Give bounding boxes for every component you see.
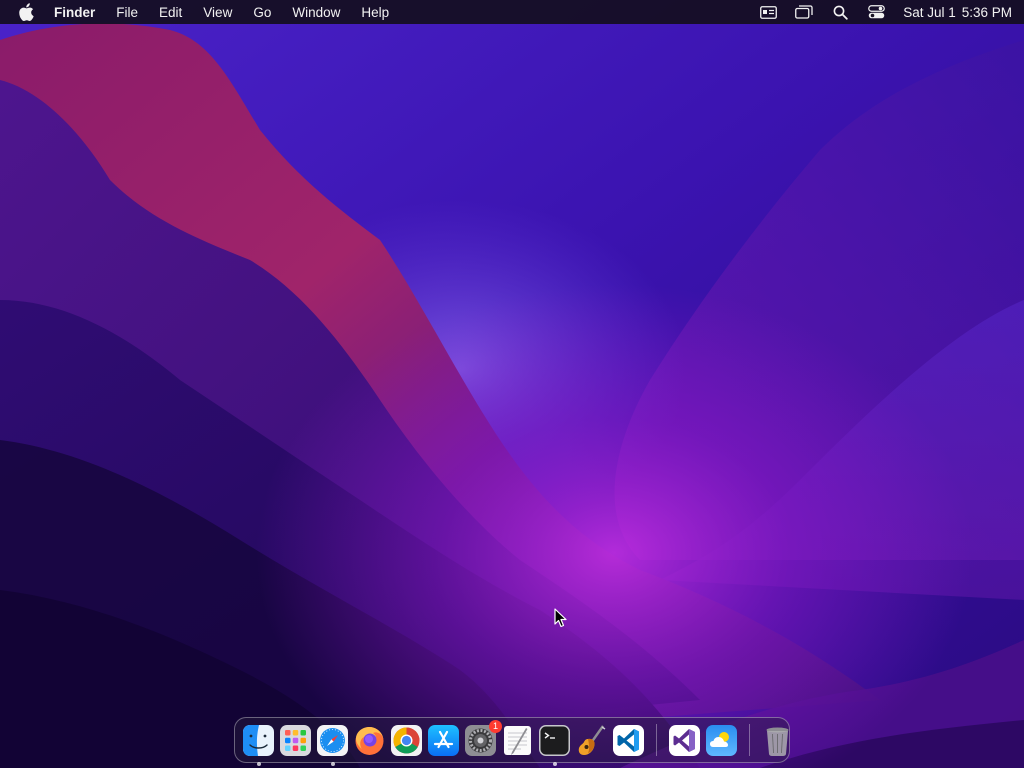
dock-app-safari[interactable] bbox=[316, 724, 349, 766]
desktop-wallpaper bbox=[0, 0, 1024, 768]
dock-app-terminal[interactable] bbox=[538, 724, 571, 766]
menu-window[interactable]: Window bbox=[292, 5, 340, 20]
menu-bar: Finder File Edit View Go Window Help Sat… bbox=[0, 0, 1024, 24]
menu-file[interactable]: File bbox=[116, 5, 138, 20]
chrome-icon bbox=[391, 724, 422, 756]
dock-app-weather[interactable] bbox=[705, 724, 738, 757]
menu-app-name[interactable]: Finder bbox=[54, 5, 95, 20]
garageband-icon bbox=[578, 724, 606, 755]
mouse-pointer-icon bbox=[554, 608, 567, 628]
menu-bar-clock[interactable]: Sat Jul 1 5:36 PM bbox=[903, 5, 1012, 20]
terminal-icon bbox=[539, 724, 570, 756]
finder-icon bbox=[243, 724, 274, 756]
dock-app-finder[interactable] bbox=[242, 724, 275, 766]
running-indicator bbox=[330, 761, 335, 766]
dock-app-vscode[interactable] bbox=[612, 724, 645, 757]
dock-app-garageband[interactable] bbox=[575, 724, 608, 757]
running-indicator bbox=[552, 761, 557, 766]
app-store-icon bbox=[428, 724, 459, 756]
dock-app-visual-studio[interactable] bbox=[668, 724, 701, 757]
dock-separator bbox=[656, 724, 657, 756]
dock-app-app-store[interactable] bbox=[427, 724, 460, 757]
weather-icon bbox=[706, 724, 737, 756]
textedit-icon bbox=[504, 725, 531, 755]
vscode-icon bbox=[613, 724, 644, 756]
running-indicator bbox=[256, 761, 261, 766]
dock-app-system-preferences[interactable]: 1 bbox=[464, 719, 502, 757]
dock-trash[interactable] bbox=[761, 724, 794, 757]
dock-app-chrome[interactable] bbox=[390, 724, 423, 757]
screen-mirroring-icon[interactable] bbox=[795, 4, 813, 20]
apple-logo-icon[interactable] bbox=[18, 3, 34, 21]
launchpad-icon bbox=[280, 724, 311, 756]
dock-app-launchpad[interactable] bbox=[279, 724, 312, 757]
control-center-icon[interactable] bbox=[867, 4, 885, 20]
spotlight-search-icon[interactable] bbox=[831, 4, 849, 20]
menu-edit[interactable]: Edit bbox=[159, 5, 182, 20]
clock-date: Sat Jul 1 bbox=[903, 4, 956, 20]
dock-app-firefox[interactable] bbox=[353, 724, 386, 757]
menu-go[interactable]: Go bbox=[253, 5, 271, 20]
dock: 1 bbox=[234, 717, 790, 766]
trash-icon bbox=[766, 727, 789, 756]
menu-view[interactable]: View bbox=[203, 5, 232, 20]
safari-icon bbox=[317, 724, 348, 756]
clock-time: 5:36 PM bbox=[961, 4, 1012, 20]
menu-help[interactable]: Help bbox=[361, 5, 389, 20]
keyboard-input-icon[interactable] bbox=[759, 4, 777, 20]
dock-app-textedit[interactable] bbox=[501, 724, 534, 757]
firefox-icon bbox=[355, 726, 384, 755]
dock-separator bbox=[749, 724, 750, 756]
visual-studio-icon bbox=[669, 724, 700, 756]
